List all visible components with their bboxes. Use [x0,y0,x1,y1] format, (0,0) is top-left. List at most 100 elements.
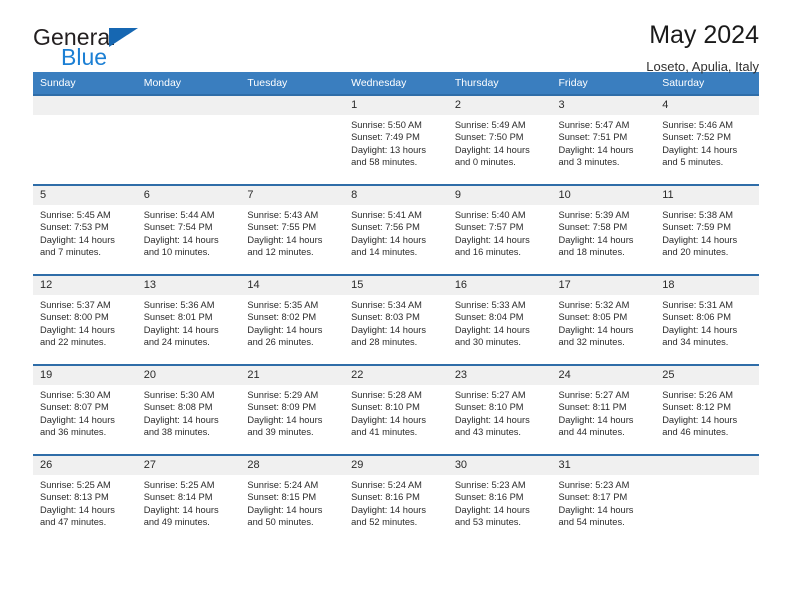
daylight-text-line2: and 53 minutes. [454,516,521,527]
sunset-text: Sunset: 8:00 PM [40,312,109,323]
daylight-text-line1: Daylight: 14 hours [40,234,115,245]
day-number: 12 [33,276,137,295]
calendar-day-cell[interactable]: 26 Sunrise: 5:25 AM Sunset: 8:13 PM Dayligh… [33,454,137,545]
calendar-body: 1 Sunrise: 5:50 AM Sunset: 7:49 PM Daylight… [33,94,759,545]
daylight-text-line2: and 47 minutes. [40,516,107,527]
calendar-day-cell[interactable]: 17 Sunrise: 5:32 AM Sunset: 8:05 PM Dayligh… [551,274,656,365]
calendar-day-cell[interactable]: 7 Sunrise: 5:43 AM Sunset: 7:55 PM Daylight… [240,184,345,275]
daylight-text-line2: and 41 minutes. [351,426,418,437]
daylight-text-line1: Daylight: 14 hours [40,504,115,515]
daylight-text-line2: and 39 minutes. [247,426,314,437]
calendar-day-cell[interactable]: 2 Sunrise: 5:49 AM Sunset: 7:50 PM Daylight… [447,94,552,185]
daylight-text-line2: and 46 minutes. [662,426,729,437]
sunset-text: Sunset: 8:09 PM [247,402,317,413]
sunset-text: Sunset: 8:12 PM [662,402,731,413]
calendar-day-cell[interactable]: 4 Sunrise: 5:46 AM Sunset: 7:52 PM Daylight… [655,94,759,185]
daylight-text-line2: and 34 minutes. [662,336,729,347]
calendar-day-cell[interactable]: 3 Sunrise: 5:47 AM Sunset: 7:51 PM Daylight… [551,94,656,185]
calendar-day-cell[interactable]: 19 Sunrise: 5:30 AM Sunset: 8:07 PM Dayligh… [33,364,137,455]
day-number: 30 [447,456,552,475]
daylight-text-line2: and 49 minutes. [143,516,210,527]
sunset-text: Sunset: 8:05 PM [558,312,628,323]
sunrise-text: Sunrise: 5:31 AM [662,300,734,310]
calendar-day-cell[interactable]: 15 Sunrise: 5:34 AM Sunset: 8:03 PM Dayligh… [344,274,448,365]
daylight-text-line1: Daylight: 14 hours [143,414,219,425]
daylight-text-line2: and 36 minutes. [40,426,107,437]
calendar-day-cell[interactable]: 22 Sunrise: 5:28 AM Sunset: 8:10 PM Dayligh… [344,364,448,455]
day-number: 14 [240,276,345,295]
day-sun-info: Sunrise: 5:39 AM Sunset: 7:58 PM Daylight:… [552,205,656,258]
calendar-cell-empty [33,94,137,185]
day-number [240,96,345,115]
sunrise-text: Sunrise: 5:32 AM [558,300,630,310]
daylight-text-line1: Daylight: 14 hours [454,414,530,425]
sunset-text: Sunset: 7:54 PM [143,222,213,233]
daylight-text-line1: Daylight: 14 hours [351,234,427,245]
daylight-text-line2: and 52 minutes. [351,516,418,527]
day-number: 8 [344,186,448,205]
calendar-day-cell[interactable]: 16 Sunrise: 5:33 AM Sunset: 8:04 PM Dayligh… [447,274,552,365]
calendar-day-cell[interactable]: 24 Sunrise: 5:27 AM Sunset: 8:11 PM Dayligh… [551,364,656,455]
daylight-text-line1: Daylight: 14 hours [454,234,530,245]
calendar-page: General Blue May 2024 Loseto, Apulia, It… [0,0,792,612]
calendar-day-cell[interactable]: 20 Sunrise: 5:30 AM Sunset: 8:08 PM Dayligh… [136,364,241,455]
calendar-day-cell[interactable]: 31 Sunrise: 5:23 AM Sunset: 8:17 PM Dayligh… [551,454,656,545]
calendar-day-cell[interactable]: 5 Sunrise: 5:45 AM Sunset: 7:53 PM Daylight… [33,184,137,275]
day-number: 22 [344,366,448,385]
day-sun-info: Sunrise: 5:32 AM Sunset: 8:05 PM Daylight:… [552,295,656,348]
day-number: 16 [447,276,552,295]
calendar-day-cell[interactable]: 28 Sunrise: 5:24 AM Sunset: 8:15 PM Dayligh… [240,454,345,545]
calendar-day-cell[interactable]: 12 Sunrise: 5:37 AM Sunset: 8:00 PM Dayligh… [33,274,137,365]
daylight-text-line1: Daylight: 14 hours [558,414,634,425]
daylight-text-line2: and 44 minutes. [558,426,625,437]
calendar-day-cell[interactable]: 13 Sunrise: 5:36 AM Sunset: 8:01 PM Dayligh… [136,274,241,365]
day-sun-info: Sunrise: 5:29 AM Sunset: 8:09 PM Daylight:… [240,385,344,438]
sunrise-text: Sunrise: 5:23 AM [454,480,526,490]
sunrise-text: Sunrise: 5:50 AM [351,120,422,130]
calendar-day-cell[interactable]: 10 Sunrise: 5:39 AM Sunset: 7:58 PM Dayligh… [551,184,656,275]
calendar-day-cell[interactable]: 25 Sunrise: 5:26 AM Sunset: 8:12 PM Dayligh… [655,364,759,455]
daylight-text-line2: and 5 minutes. [662,156,724,167]
calendar-day-cell[interactable]: 9 Sunrise: 5:40 AM Sunset: 7:57 PM Daylight… [447,184,552,275]
calendar-day-cell[interactable]: 21 Sunrise: 5:29 AM Sunset: 8:09 PM Dayligh… [240,364,345,455]
calendar-day-cell[interactable]: 30 Sunrise: 5:23 AM Sunset: 8:16 PM Dayligh… [447,454,552,545]
weekday-header-wednesday: Wednesday [344,72,448,95]
calendar-table: Sunday Monday Tuesday Wednesday Thursday… [33,72,759,545]
sunset-text: Sunset: 8:10 PM [454,402,524,413]
day-sun-info: Sunrise: 5:49 AM Sunset: 7:50 PM Daylight:… [448,115,552,168]
sunset-text: Sunset: 8:08 PM [143,402,213,413]
calendar-day-cell[interactable]: 27 Sunrise: 5:25 AM Sunset: 8:14 PM Dayligh… [136,454,241,545]
day-sun-info: Sunrise: 5:30 AM Sunset: 8:07 PM Daylight:… [33,385,137,438]
calendar-day-cell[interactable]: 23 Sunrise: 5:27 AM Sunset: 8:10 PM Dayligh… [447,364,552,455]
sunrise-text: Sunrise: 5:29 AM [247,390,319,400]
calendar-cell-empty [136,94,241,185]
day-number: 29 [344,456,448,475]
calendar-cell-empty [655,454,759,545]
day-sun-info: Sunrise: 5:44 AM Sunset: 7:54 PM Daylight:… [137,205,241,258]
day-number [136,96,241,115]
calendar-day-cell[interactable]: 14 Sunrise: 5:35 AM Sunset: 8:02 PM Dayligh… [240,274,345,365]
sunset-text: Sunset: 8:16 PM [454,492,524,503]
sunrise-text: Sunrise: 5:30 AM [143,390,215,400]
daylight-text-line1: Daylight: 14 hours [247,324,323,335]
calendar-day-cell[interactable]: 6 Sunrise: 5:44 AM Sunset: 7:54 PM Daylight… [136,184,241,275]
day-number: 25 [655,366,759,385]
daylight-text-line1: Daylight: 14 hours [351,414,427,425]
day-number: 17 [551,276,656,295]
daylight-text-line1: Daylight: 14 hours [454,504,530,515]
calendar-cell-empty [240,94,345,185]
sunrise-text: Sunrise: 5:46 AM [662,120,734,130]
day-number: 31 [551,456,656,475]
calendar-day-cell[interactable]: 29 Sunrise: 5:24 AM Sunset: 8:16 PM Dayligh… [344,454,448,545]
day-sun-info: Sunrise: 5:35 AM Sunset: 8:02 PM Daylight:… [240,295,344,348]
calendar-day-cell[interactable]: 8 Sunrise: 5:41 AM Sunset: 7:56 PM Daylight… [344,184,448,275]
calendar-day-cell[interactable]: 11 Sunrise: 5:38 AM Sunset: 7:59 PM Dayligh… [655,184,759,275]
brand-logo[interactable]: General Blue [33,22,138,69]
calendar-day-cell[interactable]: 18 Sunrise: 5:31 AM Sunset: 8:06 PM Dayligh… [655,274,759,365]
calendar-week-row: 26 Sunrise: 5:25 AM Sunset: 8:13 PM Dayligh… [33,454,759,545]
daylight-text-line1: Daylight: 14 hours [558,144,634,155]
calendar-day-cell[interactable]: 1 Sunrise: 5:50 AM Sunset: 7:49 PM Daylight… [344,94,448,185]
daylight-text-line2: and 7 minutes. [40,246,101,257]
sunset-text: Sunset: 7:49 PM [351,132,420,143]
sunset-text: Sunset: 7:59 PM [662,222,731,233]
